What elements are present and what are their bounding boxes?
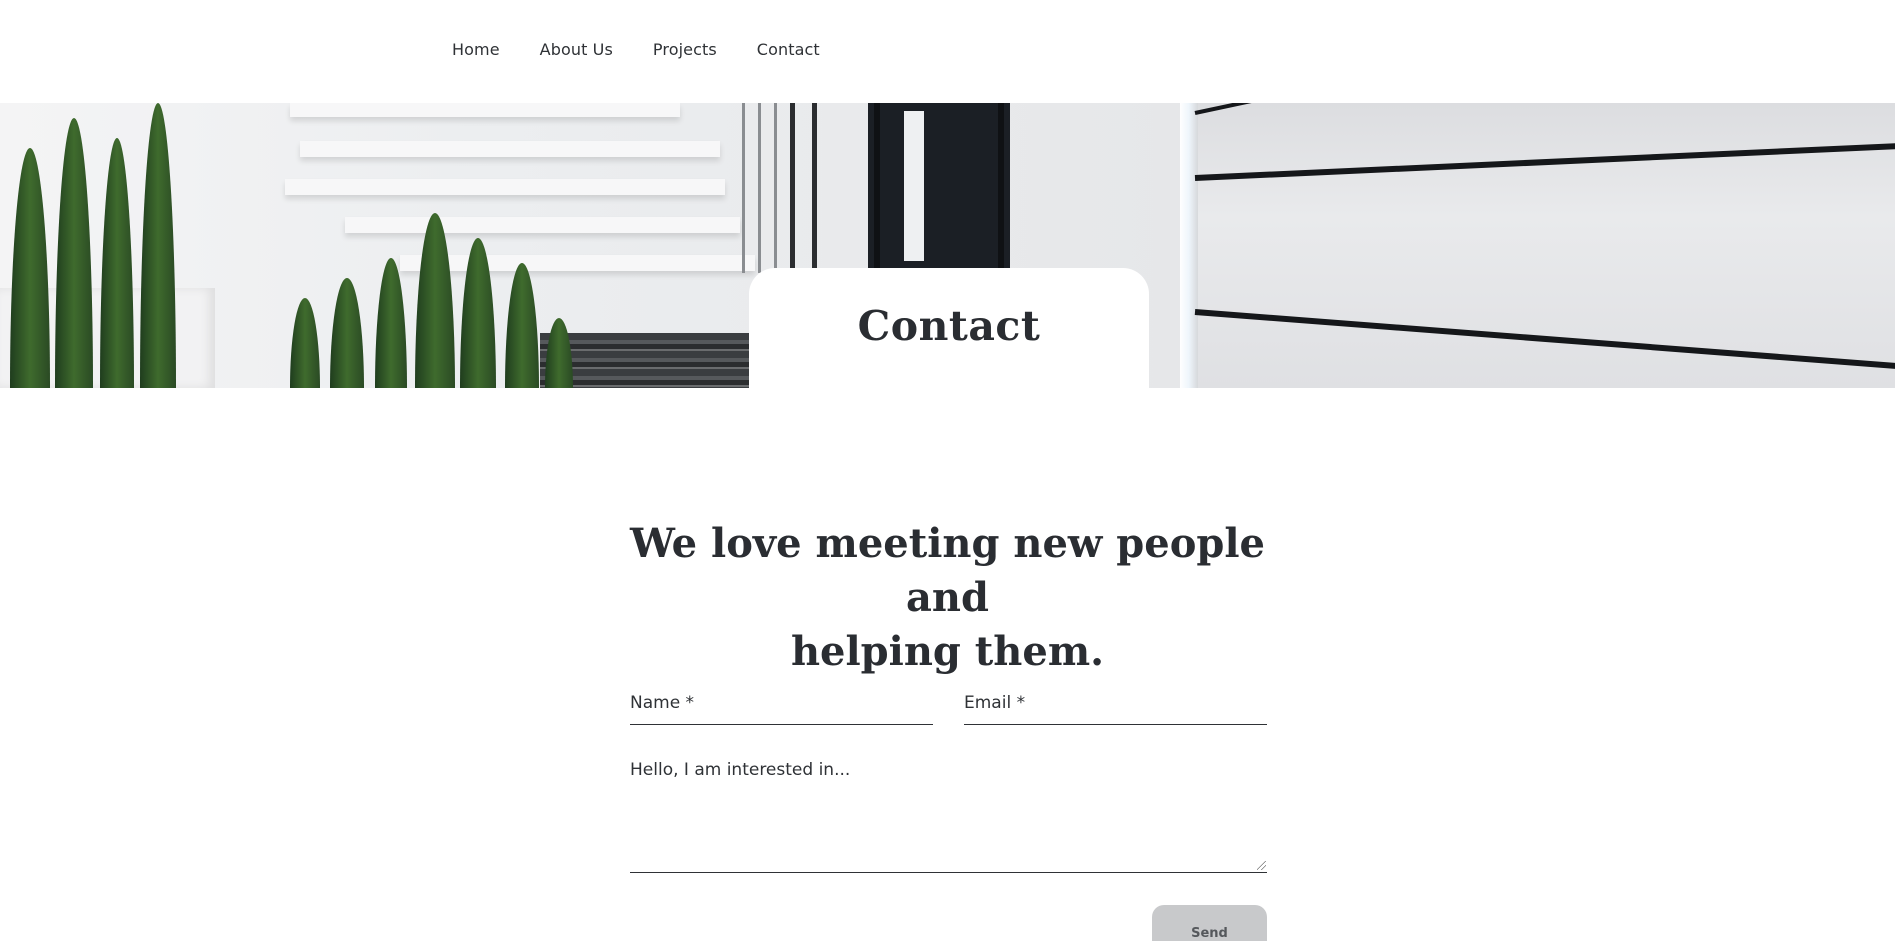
send-button[interactable]: Send — [1152, 905, 1267, 941]
nav-projects-link[interactable]: Projects — [653, 40, 717, 59]
email-field[interactable]: Email * — [964, 685, 1267, 725]
main-nav: Home About Us Projects Contact — [452, 40, 860, 59]
top-navigation: Home About Us Projects Contact — [0, 0, 1895, 103]
message-textarea[interactable]: Hello, I am interested in... — [630, 755, 1267, 873]
name-field-label: Name * — [630, 693, 695, 713]
nav-about-link[interactable]: About Us — [540, 40, 613, 59]
resize-handle-icon[interactable] — [1257, 861, 1266, 870]
headline-line-1: We love meeting new people and — [630, 520, 1265, 621]
name-field[interactable]: Name * — [630, 685, 933, 725]
page-title: Contact — [857, 302, 1041, 350]
nav-contact-link[interactable]: Contact — [757, 40, 820, 59]
email-field-label: Email * — [964, 693, 1026, 713]
send-button-label: Send — [1191, 926, 1228, 941]
headline-line-2: helping them. — [790, 628, 1105, 675]
message-placeholder: Hello, I am interested in... — [630, 760, 851, 780]
nav-home-link[interactable]: Home — [452, 40, 500, 59]
section-headline: We love meeting new people and helping t… — [600, 517, 1295, 679]
